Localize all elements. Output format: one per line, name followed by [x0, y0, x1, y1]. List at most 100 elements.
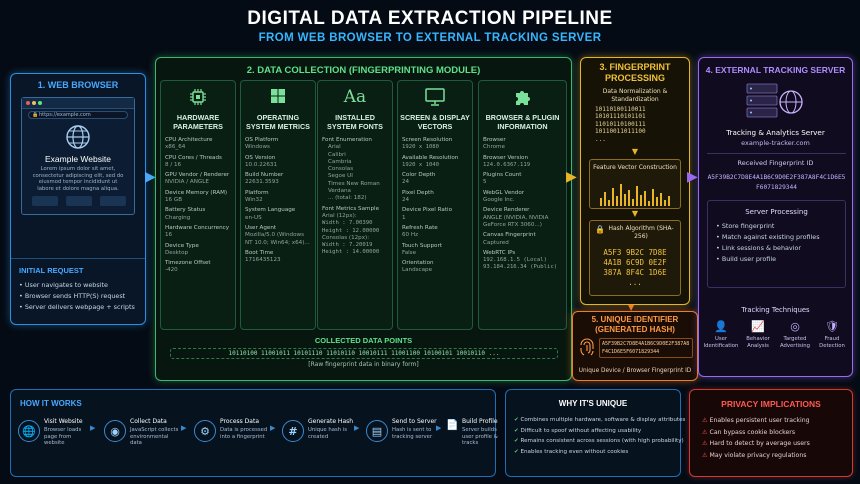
web-browser-panel: 1. WEB BROWSER 🔒 https://example.com Exa…: [10, 73, 146, 325]
fonts-column: Aa INSTALLED SYSTEM FONTS Font Enumerati…: [317, 80, 393, 330]
check-icon: ✔: [514, 427, 519, 434]
column-lines: OS Platform Windows OS Version 10.0.22631 …: [245, 137, 310, 264]
maximize-dot-icon[interactable]: [38, 101, 42, 105]
hash-title: Hash Algorithm (SHA-256): [608, 225, 674, 240]
privacy-panel: PRIVACY IMPLICATIONS ⚠ Enables persisten…: [689, 389, 853, 477]
unique-title: 5. UNIQUE IDENTIFIER (GENERATED HASH): [591, 315, 679, 334]
list-item: • Browser sends HTTP(S) request: [19, 292, 126, 300]
why-title: WHY IT'S UNIQUE: [558, 399, 628, 408]
list-item: ⚠ Hard to detect by average users: [702, 440, 810, 447]
arrow-right-icon: ▶: [181, 424, 187, 432]
bits-block: 10110100110011 10101110101101 1101011010…: [595, 106, 646, 143]
arrow-right-icon: ▶: [90, 424, 96, 432]
site-block-3[interactable]: [100, 196, 126, 206]
browser-info-column: BROWSER & PLUGIN INFORMATION Browser Chro…: [478, 80, 567, 330]
address-bar[interactable]: 🔒 https://example.com: [28, 111, 128, 119]
how-steps: 🌐 Visit Website Browser loads page from …: [18, 418, 498, 468]
why-unique-panel: WHY IT'S UNIQUE ✔ Combines multiple hard…: [505, 389, 686, 477]
list-item: • Build user profile: [716, 255, 777, 263]
site-title: Example Website: [45, 154, 111, 164]
windows-icon: [241, 87, 315, 109]
browser-titlebar: [22, 98, 134, 109]
server-icon: [745, 82, 807, 126]
minimize-dot-icon[interactable]: [32, 101, 36, 105]
column-lines: Font Enumeration Arial Calibri Cambria C…: [322, 137, 380, 256]
arrow-right-icon: ▶: [687, 169, 698, 185]
site-block-1[interactable]: [32, 196, 58, 206]
chart-icon: 📈: [751, 320, 765, 333]
hardware-column: HARDWARE PARAMETERS CPU Architecture x86_…: [160, 80, 236, 330]
hash-box: 🔒 Hash Algorithm (SHA-256) A5F3 9B2C 7D8…: [589, 220, 681, 296]
check-icon: ✔: [514, 438, 519, 444]
vector-box: Feature Vector Construction: [589, 159, 681, 209]
os-column: OPERATING SYSTEM METRICS OS Platform Wind…: [240, 80, 316, 330]
column-heading: BROWSER & PLUGIN INFORMATION: [485, 113, 560, 131]
lock-icon: 🔒: [32, 112, 39, 118]
arrow-right-icon: ▶: [436, 424, 442, 432]
server-domain: example-tracker.com: [741, 139, 810, 147]
received-hash: A5F39B2C7D8E4A1B6C9D0E2F387A8F4C1D6E5F60…: [707, 174, 846, 191]
list-item: ⚠ Can bypass cookie blockers: [702, 428, 796, 436]
screen-column: SCREEN & DISPLAY VECTORS Screen Resoluti…: [397, 80, 473, 330]
server-name: Tracking & Analytics Server: [726, 128, 825, 137]
data-collection-title: 2. DATA COLLECTION (FINGERPRINTING MODUL…: [246, 65, 481, 76]
technique-fraud-detection: 🛡 Fraud Detection: [814, 320, 850, 349]
processing-title: Server Processing: [745, 208, 808, 216]
fingerprint-processing-panel: 3. FINGERPRINT PROCESSING Data Normaliza…: [580, 57, 690, 305]
warning-icon: ⚠: [702, 428, 708, 436]
server-icon: ▤: [366, 420, 388, 442]
list-item: • Match against existing profiles: [716, 233, 820, 241]
page-title: DIGITAL DATA EXTRACTION PIPELINE: [247, 8, 613, 29]
warning-icon: ⚠: [702, 451, 708, 459]
column-heading: HARDWARE PARAMETERS: [173, 113, 223, 131]
normalize-label: Data Normalization & Standardization: [602, 88, 668, 103]
privacy-list: ⚠ Enables persistent user tracking ⚠ Can…: [702, 415, 848, 461]
column-heading: SCREEN & DISPLAY VECTORS: [400, 113, 470, 131]
received-label: Received Fingerprint ID: [737, 159, 814, 167]
column-lines: Screen Resolution 1920 x 1080 Available R…: [402, 137, 459, 274]
shield-icon: 🛡: [825, 320, 839, 333]
column-lines: Browser Chrome Browser Version 124.0.6367.…: [483, 137, 558, 271]
binary-caption: [Raw fingerprint data in binary form]: [308, 361, 419, 368]
hash-block: A5F3 9B2C 7D8E 4A1B 6C9D 0E2F 387A 8F4C …: [603, 248, 667, 287]
techniques-row: 👤 User Identification 📈 Behavior Analysi…: [703, 320, 850, 366]
column-lines: CPU Architecture x86_64 CPU Cores / Threa…: [165, 137, 230, 274]
initial-request-title: INITIAL REQUEST: [19, 266, 84, 275]
unique-hash: A5F39B2C7D8E4A1B6C9D0E2F387A8F4C1D6E5F60…: [599, 338, 693, 358]
how-title: HOW IT WORKS: [20, 399, 82, 408]
list-item: ✔ Remains consistent across sessions (wi…: [514, 438, 684, 444]
page-subtitle: FROM WEB BROWSER TO EXTERNAL TRACKING SE…: [258, 32, 602, 44]
gear-icon: ⚙: [194, 420, 216, 442]
web-browser-title: 1. WEB BROWSER: [37, 80, 119, 90]
list-item: ✔ Enables tracking even without cookies: [514, 448, 629, 455]
privacy-title: PRIVACY IMPLICATIONS: [721, 399, 821, 409]
why-list: ✔ Combines multiple hardware, software &…: [514, 415, 686, 457]
browser-window: 🔒 https://example.com Example Website Lo…: [21, 97, 135, 215]
list-item: ✔ Combines multiple hardware, software &…: [514, 417, 686, 423]
collected-data-title: COLLECTED DATA POINTS: [314, 336, 413, 345]
check-icon: ✔: [514, 448, 519, 455]
list-item: ⚠ May violate privacy regulations: [702, 451, 807, 459]
server-processing-box: Server Processing • Store fingerprint • …: [707, 200, 846, 288]
arrow-right-icon: ▶: [566, 169, 577, 185]
close-dot-icon[interactable]: [26, 101, 30, 105]
site-lorem: Lorem ipsum dolor sit amet, consectetur …: [32, 166, 124, 192]
arrow-down-icon: ▼: [631, 147, 639, 156]
chip-icon: [161, 87, 235, 109]
font-icon: Aa: [343, 87, 367, 107]
initial-request-list: • User navigates to website • Browser se…: [19, 280, 135, 313]
vector-bars-icon: [600, 184, 670, 206]
list-item: • Store fingerprint: [716, 222, 775, 230]
fingerprint-title: 3. FINGERPRINT PROCESSING: [599, 62, 671, 83]
list-item: ✔ Difficult to spoof without affecting u…: [514, 427, 642, 434]
puzzle-icon: [479, 87, 566, 109]
check-icon: ✔: [514, 417, 519, 423]
user-icon: 👤: [714, 320, 728, 333]
unique-caption: Unique Device / Browser Fingerprint ID: [578, 368, 692, 374]
technique-targeted-advertising: ◎ Targeted Advertising: [777, 320, 813, 349]
site-block-2[interactable]: [66, 196, 92, 206]
list-item: • User navigates to website: [19, 281, 108, 289]
list-item: • Server delivers webpage + scripts: [19, 303, 135, 311]
target-icon: ◎: [790, 320, 800, 333]
fingerprint-icon: [577, 337, 597, 361]
